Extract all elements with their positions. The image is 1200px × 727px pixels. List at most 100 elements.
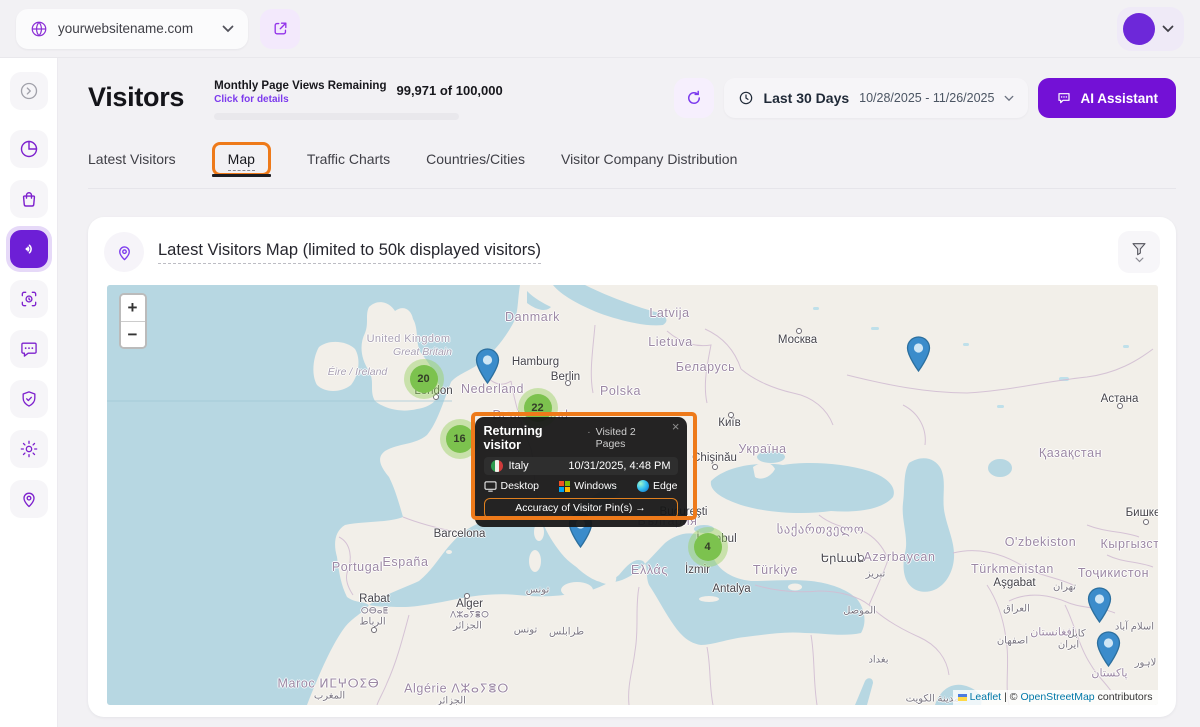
popup-device: Desktop [501, 480, 540, 492]
popup-datetime: 10/31/2025, 4:48 PM [568, 460, 670, 472]
city-dot [728, 412, 734, 418]
sidebar-item-visitors-active[interactable] [6, 226, 52, 272]
popup-title: Returning visitor [484, 424, 583, 452]
tab-map[interactable]: Map [212, 142, 271, 176]
quota-value: 99,971 of 100,000 [396, 80, 502, 98]
sidebar-item-dashboard[interactable] [10, 130, 48, 168]
ai-assistant-button[interactable]: AI Assistant [1038, 78, 1176, 118]
date-range-label: Last 30 Days [764, 90, 850, 106]
sidebar-item-settings[interactable] [10, 430, 48, 468]
session-focus-icon [19, 289, 39, 309]
funnel-icon [1131, 242, 1147, 256]
city-dot [858, 555, 864, 561]
visitors-radar-icon [19, 239, 39, 259]
accuracy-button[interactable]: Accuracy of Visitor Pin(s) → [484, 498, 678, 519]
visitor-pin[interactable] [906, 336, 931, 372]
date-range-selector[interactable]: Last 30 Days 10/28/2025 - 11/26/2025 [724, 78, 1029, 118]
cluster-marker[interactable]: 4 [688, 527, 728, 567]
tab-label: Latest Visitors [88, 151, 176, 167]
tab-label: Traffic Charts [307, 151, 390, 167]
edge-logo-icon [637, 480, 649, 492]
website-selector[interactable]: yourwebsitename.com [16, 9, 248, 49]
tab-label: Visitor Company Distribution [561, 151, 737, 167]
ai-assistant-label: AI Assistant [1080, 91, 1158, 106]
tab-countries-cities[interactable]: Countries/Cities [426, 151, 525, 167]
open-website-button[interactable] [260, 9, 300, 49]
map-canvas[interactable]: + − × Returning visitor · Visited 2 Page… [107, 285, 1158, 705]
popup-country: Italy [509, 460, 529, 472]
italy-flag-icon [491, 460, 503, 472]
monitor-icon [484, 481, 497, 492]
popup-os: Windows [574, 480, 617, 492]
sidebar-item-store[interactable] [10, 180, 48, 218]
sidebar-item-security[interactable] [10, 380, 48, 418]
gear-icon [19, 439, 39, 459]
cluster-marker[interactable]: 16 [440, 419, 480, 459]
map-pin-icon [19, 489, 39, 509]
quota-label: Monthly Page Views Remaining [214, 80, 386, 92]
quota-details-link[interactable]: Click for details [214, 94, 386, 105]
visitor-pin[interactable] [475, 348, 500, 384]
tab-latest-visitors[interactable]: Latest Visitors [88, 151, 176, 167]
sidebar-item-recordings[interactable] [10, 280, 48, 318]
tab-label: Map [228, 151, 255, 171]
city-dot [371, 627, 377, 633]
date-range-value: 10/28/2025 - 11/26/2025 [859, 91, 994, 105]
map-zoom-control: + − [119, 293, 147, 349]
cluster-marker[interactable]: 20 [404, 359, 444, 399]
tab-traffic-charts[interactable]: Traffic Charts [307, 151, 390, 167]
visitor-popup: × Returning visitor · Visited 2 Pages It… [475, 417, 687, 527]
popup-separator: · [587, 427, 590, 438]
chevron-down-icon [1135, 257, 1144, 263]
chat-bubble-icon [19, 339, 39, 359]
city-dot [796, 328, 802, 334]
zoom-out-button[interactable]: − [121, 321, 145, 347]
map-filter-button[interactable] [1118, 231, 1160, 273]
cluster-count: 20 [410, 365, 438, 393]
city-dot [1117, 403, 1123, 409]
quota-progress-bar [214, 113, 459, 120]
sidebar-item-collapse[interactable] [10, 72, 48, 110]
leaflet-flag-icon [958, 694, 967, 701]
collapse-icon [19, 81, 39, 101]
popup-browser: Edge [653, 480, 678, 492]
zoom-in-button[interactable]: + [121, 295, 145, 321]
page-title: Visitors [88, 78, 184, 113]
external-link-icon [272, 20, 289, 37]
avatar [1123, 13, 1155, 45]
shield-check-icon [19, 389, 39, 409]
page-header: Visitors Monthly Page Views Remaining Cl… [58, 58, 1200, 189]
attribution-suffix: contributors [1098, 691, 1153, 703]
ai-chat-icon [1056, 90, 1072, 106]
quota-block: Monthly Page Views Remaining Click for d… [214, 78, 503, 120]
city-dot [565, 380, 571, 386]
card-pin-icon-wrap [104, 232, 144, 272]
refresh-icon [685, 89, 703, 107]
windows-logo-icon [559, 481, 570, 492]
visitor-pin[interactable] [1087, 587, 1112, 623]
topbar: yourwebsitename.com [0, 0, 1200, 58]
openstreetmap-link[interactable]: OpenStreetMap [1021, 691, 1095, 703]
visitor-pin[interactable] [1096, 631, 1121, 667]
pie-chart-icon [19, 139, 39, 159]
sidebar-item-map[interactable] [10, 480, 48, 518]
tab-visitor-company-distribution[interactable]: Visitor Company Distribution [561, 151, 737, 167]
city-dot [464, 593, 470, 599]
user-menu[interactable] [1117, 7, 1184, 51]
chevron-down-icon [1162, 25, 1174, 33]
tabs: Latest Visitors Map Traffic Charts Countrie… [88, 142, 1176, 176]
chevron-down-icon [1004, 95, 1014, 102]
refresh-button[interactable] [674, 78, 714, 118]
city-dot [1143, 519, 1149, 525]
card-title: Latest Visitors Map (limited to 50k disp… [158, 241, 541, 264]
popup-close-icon[interactable]: × [672, 420, 680, 433]
website-name: yourwebsitename.com [58, 21, 212, 36]
city-dot [712, 464, 718, 470]
map-attribution: Leaflet | © OpenStreetMap contributors [953, 690, 1158, 705]
attribution-separator: | © [1004, 691, 1017, 703]
map-card: Latest Visitors Map (limited to 50k disp… [88, 217, 1176, 717]
location-pin-icon [115, 243, 134, 262]
leaflet-link[interactable]: Leaflet [970, 691, 1002, 703]
cluster-count: 16 [446, 425, 474, 453]
sidebar-item-chat[interactable] [10, 330, 48, 368]
